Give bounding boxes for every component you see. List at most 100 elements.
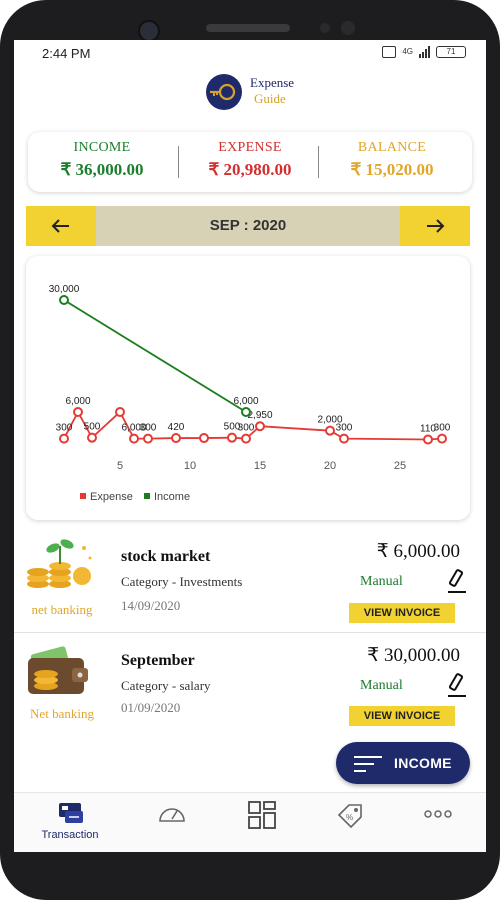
- transaction-category: Category - Investments: [121, 574, 243, 589]
- data-point-expense: [423, 434, 433, 445]
- arrow-right-icon: [427, 219, 445, 233]
- nav-categories[interactable]: [222, 801, 302, 847]
- data-label: 300: [140, 423, 157, 434]
- legend-label-expense: Expense: [90, 491, 133, 503]
- logo-text-guide: Guide: [254, 91, 286, 106]
- prev-month-button[interactable]: [26, 206, 96, 246]
- next-month-button[interactable]: [400, 206, 470, 246]
- x-tick-label: 20: [324, 460, 336, 472]
- expense-label: EXPENSE: [218, 140, 282, 155]
- legend-swatch-expense: [80, 493, 86, 499]
- nav-offers[interactable]: %: [310, 801, 390, 847]
- data-point-expense: [129, 433, 139, 444]
- data-point-expense: [59, 433, 69, 444]
- transaction-row[interactable]: Net banking September Category - salary …: [14, 634, 486, 738]
- data-point-expense: [171, 433, 181, 444]
- signal-icon: [419, 46, 430, 58]
- data-label: 6,000: [65, 396, 90, 407]
- transaction-row[interactable]: net banking stock market Category - Inve…: [14, 528, 486, 632]
- transaction-amount: ₹ 6,000.00: [376, 541, 460, 562]
- status-icons: 4G 71: [382, 46, 466, 58]
- income-label: INCOME: [73, 140, 131, 155]
- earpiece-speaker: [206, 24, 290, 32]
- chart-card: 5 10 15 20 25 300 6,000 500 6,000 300 420 500 300 2,9…: [26, 256, 470, 520]
- status-bar: 2:44 PM 4G 71: [14, 40, 486, 68]
- edit-pen-icon[interactable]: [446, 568, 468, 594]
- status-time: 2:44 PM: [42, 46, 91, 61]
- nav-transaction[interactable]: Transaction: [30, 801, 110, 847]
- logo-text-expense: Expense: [250, 75, 295, 90]
- summary-card: INCOME ₹ 36,000.00 EXPENSE ₹ 20,980.00 B…: [28, 132, 472, 192]
- data-point-expense: [325, 425, 335, 436]
- notification-icon: [382, 46, 397, 58]
- x-tick-label: 25: [394, 460, 406, 472]
- data-point-expense: [339, 433, 349, 444]
- transaction-amount: ₹ 30,000.00: [367, 645, 460, 666]
- add-income-button[interactable]: INCOME: [336, 742, 470, 784]
- data-label: 420: [168, 422, 185, 433]
- balance-label: BALANCE: [357, 140, 427, 155]
- nav-more[interactable]: [398, 801, 478, 847]
- network-type: 4G: [402, 47, 413, 56]
- entry-type: Manual: [360, 574, 403, 589]
- transaction-category: Category - salary: [121, 678, 211, 693]
- proximity-sensor: [320, 23, 330, 33]
- menu-lines-icon: [354, 756, 382, 777]
- x-tick-label: 5: [117, 460, 123, 472]
- income-summary: INCOME ₹ 36,000.00: [32, 140, 172, 180]
- data-label: 2,950: [247, 410, 272, 421]
- expense-value: ₹ 20,980.00: [208, 160, 292, 179]
- wallet-icon: [24, 640, 100, 696]
- light-sensor: [341, 21, 355, 35]
- data-point-expense: [143, 433, 153, 444]
- front-camera: [138, 20, 160, 42]
- money-plant-icon: [24, 534, 100, 590]
- balance-value: ₹ 15,020.00: [350, 160, 434, 179]
- data-label: 300: [434, 423, 451, 434]
- speedometer-icon: [159, 808, 185, 822]
- nav-label: Transaction: [41, 829, 99, 841]
- battery-level: 71: [446, 47, 456, 56]
- fab-label: INCOME: [394, 755, 452, 771]
- transaction-icon: [59, 803, 83, 823]
- data-point-expense: [437, 433, 447, 444]
- data-point-income: [241, 407, 251, 417]
- nav-dashboard[interactable]: [132, 801, 212, 847]
- tag-icon: %: [337, 804, 362, 829]
- month-navigator: SEP : 2020: [26, 206, 470, 246]
- edit-pen-icon[interactable]: [446, 672, 468, 698]
- data-label: 300: [336, 423, 353, 434]
- app-logo: Expense Guide: [206, 72, 316, 112]
- arrow-left-icon: [51, 219, 69, 233]
- view-invoice-button[interactable]: VIEW INVOICE: [349, 603, 455, 623]
- phone-frame: 2:44 PM 4G 71 Expense Guide INCOME ₹ 36,…: [0, 0, 500, 900]
- data-label: 300: [56, 423, 73, 434]
- expense-income-line-chart: 5 10 15 20 253006,000500 6,000300 420 5003002,9…: [49, 284, 451, 503]
- data-label: 300: [238, 423, 255, 434]
- payment-method: net banking: [31, 602, 93, 617]
- summary-divider: [178, 146, 179, 178]
- data-point-income: [59, 295, 69, 305]
- transaction-title: stock market: [121, 548, 211, 565]
- data-point-expense: [199, 433, 209, 444]
- phone-top-bezel: [0, 14, 500, 42]
- grid-icon: [248, 801, 276, 829]
- data-point-expense: [87, 432, 97, 443]
- battery-icon: 71: [436, 46, 466, 58]
- expense-summary: EXPENSE ₹ 20,980.00: [180, 140, 320, 180]
- transaction-date: 14/09/2020: [121, 598, 181, 613]
- data-point-expense: [255, 421, 265, 432]
- summary-divider: [318, 146, 319, 178]
- x-tick-label: 10: [184, 460, 196, 472]
- entry-type: Manual: [360, 678, 403, 693]
- row-divider: [14, 632, 486, 633]
- key-logo-icon: [206, 74, 242, 110]
- payment-method: Net banking: [30, 706, 94, 721]
- series-line-income: [63, 299, 247, 413]
- data-label: 6,000: [233, 396, 258, 407]
- bottom-navigation: Transaction %: [14, 792, 486, 852]
- app-screen: 2:44 PM 4G 71 Expense Guide INCOME ₹ 36,…: [14, 40, 486, 852]
- legend-label-income: Income: [154, 491, 190, 503]
- view-invoice-button[interactable]: VIEW INVOICE: [349, 706, 455, 726]
- svg-text:%: %: [346, 813, 353, 822]
